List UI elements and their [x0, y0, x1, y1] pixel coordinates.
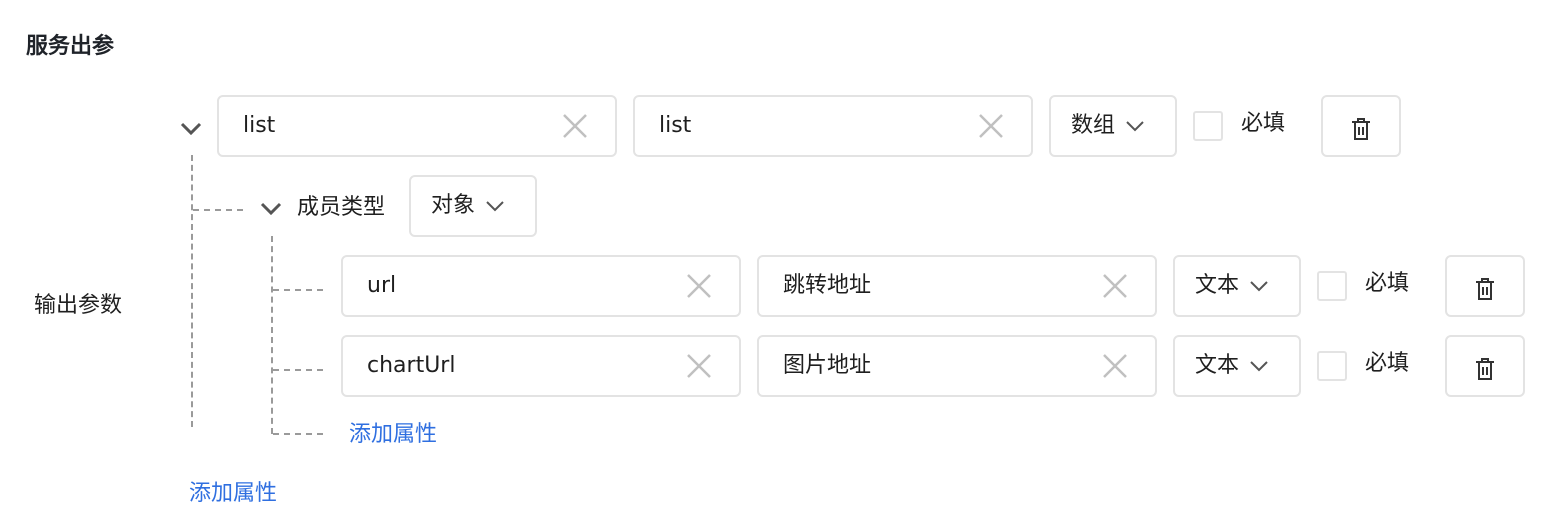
collapse-member-chevron-down-icon[interactable]: [260, 202, 282, 216]
child-required-label: 必填: [1365, 351, 1410, 376]
root-required-checkbox[interactable]: [1193, 111, 1223, 141]
trash-icon: [1476, 278, 1494, 300]
root-delete-button[interactable]: [1321, 95, 1401, 157]
chevron-down-icon: [1126, 121, 1144, 132]
add-property-inner-link[interactable]: 添加属性: [349, 420, 437, 450]
chevron-down-icon: [486, 201, 504, 212]
child-type-select-url[interactable]: 文本: [1173, 255, 1301, 317]
close-icon[interactable]: [1103, 354, 1127, 378]
member-type-value: 对象: [431, 193, 476, 218]
child-type-select-charturl[interactable]: 文本: [1173, 335, 1301, 397]
root-name-input[interactable]: list: [217, 95, 617, 157]
child-description-input-charturl[interactable]: 图片地址: [757, 335, 1157, 397]
child-description-value: 跳转地址: [783, 273, 872, 298]
tree-connector-member-children: [271, 236, 273, 434]
child-required-checkbox-url[interactable]: [1317, 271, 1347, 301]
tree-connector-add: [273, 433, 323, 435]
add-property-outer-link[interactable]: 添加属性: [189, 479, 277, 509]
child-name-value: url: [367, 273, 397, 298]
trash-icon: [1476, 358, 1494, 380]
child-required-checkbox-charturl[interactable]: [1317, 351, 1347, 381]
close-icon[interactable]: [979, 114, 1003, 138]
child-delete-button-charturl[interactable]: [1445, 335, 1525, 397]
root-type-value: 数组: [1071, 113, 1116, 138]
child-required-label: 必填: [1365, 271, 1410, 296]
root-required-label: 必填: [1241, 111, 1286, 136]
child-name-input-charturl[interactable]: chartUrl: [341, 335, 741, 397]
child-description-value: 图片地址: [783, 353, 872, 378]
tree-connector-member: [193, 209, 243, 211]
output-params-label: 输出参数: [34, 293, 123, 318]
member-type-select[interactable]: 对象: [409, 175, 537, 237]
child-name-input-url[interactable]: url: [341, 255, 741, 317]
section-title: 服务出参: [26, 34, 115, 59]
chevron-down-icon: [1250, 281, 1268, 292]
child-name-value: chartUrl: [367, 353, 456, 378]
tree-connector-charturl: [273, 369, 323, 371]
member-type-label: 成员类型: [297, 195, 386, 220]
root-description-input[interactable]: list: [633, 95, 1033, 157]
child-description-input-url[interactable]: 跳转地址: [757, 255, 1157, 317]
close-icon[interactable]: [687, 354, 711, 378]
close-icon[interactable]: [687, 274, 711, 298]
child-delete-button-url[interactable]: [1445, 255, 1525, 317]
trash-icon: [1352, 118, 1370, 140]
close-icon[interactable]: [563, 114, 587, 138]
collapse-root-chevron-down-icon[interactable]: [180, 122, 202, 136]
tree-connector-root: [191, 155, 193, 427]
root-description-value: list: [659, 113, 692, 138]
child-type-value: 文本: [1195, 273, 1240, 298]
child-type-value: 文本: [1195, 353, 1240, 378]
root-type-select[interactable]: 数组: [1049, 95, 1177, 157]
root-name-value: list: [243, 113, 276, 138]
tree-connector-url: [273, 289, 323, 291]
chevron-down-icon: [1250, 361, 1268, 372]
close-icon[interactable]: [1103, 274, 1127, 298]
